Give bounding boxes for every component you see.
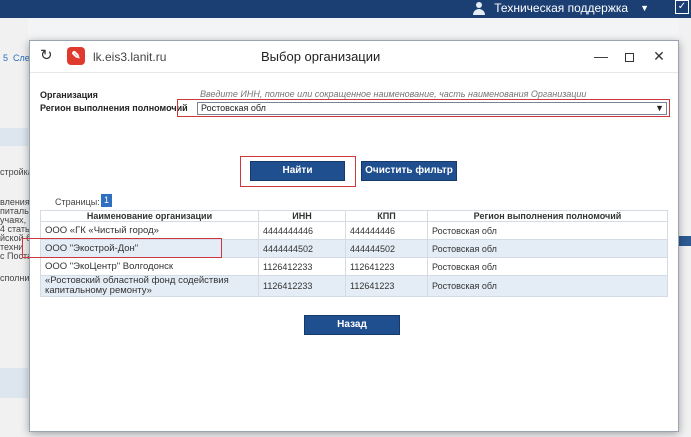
chevron-down-icon: ▼ [655,103,664,113]
background-left-strip: 5 Сле стройкам вления питальна учаях, 4 … [0,18,39,437]
dialog-content: Организация Регион выполнения полномочий… [22,73,678,431]
cell-name: «Ростовский областной фонд содействия ка… [40,275,259,297]
background-stripe [679,236,691,246]
close-icon[interactable]: ✕ [648,46,670,66]
table-row[interactable]: ООО "Экострой-Дон" 4444444502 444444502 … [40,239,668,258]
reload-icon[interactable]: ↻ [40,47,58,65]
back-button[interactable]: Назад [304,315,400,335]
maximize-icon[interactable] [618,46,640,66]
cell-inn: 4444444502 [258,239,346,258]
cell-kpp: 444444502 [345,239,428,258]
column-header-name[interactable]: Наименование организации [40,210,259,222]
org-label: Организация [40,90,98,100]
cell-name: ООО "ЭкоЦентр" Волгодонск [40,257,259,276]
top-bar: Техническая поддержка ▼ ✓ [0,0,691,18]
org-search-input[interactable] [197,88,667,100]
cell-region: Ростовская обл [427,221,668,240]
support-label: Техническая поддержка [494,1,629,15]
cell-region: Ростовская обл [427,239,668,258]
pages-label: Страницы: [55,197,100,207]
organizations-table: Наименование организации ИНН КПП Регион … [40,210,668,297]
region-select-value: Ростовская обл [201,103,266,113]
dialog-url: lk.eis3.lanit.ru [93,50,167,64]
checkbox-icon[interactable]: ✓ [675,0,689,14]
page-link-next[interactable]: Сле [13,54,30,63]
background-right-strip [679,18,691,437]
clear-filter-button[interactable]: Очистить фильтр [361,161,457,181]
background-text: йской б [0,233,32,243]
cell-inn: 1126412233 [258,257,346,276]
select-organization-dialog: ↻ ✎ lk.eis3.lanit.ru Выбор организации —… [22,40,679,432]
cell-kpp: 444444446 [345,221,428,240]
cell-region: Ростовская обл [427,257,668,276]
cell-inn: 1126412233 [258,275,346,297]
minimize-icon[interactable]: — [590,46,612,66]
cell-region: Ростовская обл [427,275,668,297]
page-link-5[interactable]: 5 [3,54,8,63]
page-number-current[interactable]: 1 [101,194,112,207]
background-text: 4 статы [0,224,32,234]
support-person-icon [472,1,486,15]
cell-inn: 4444444446 [258,221,346,240]
region-label: Регион выполнения полномочий [40,103,188,113]
support-menu[interactable]: Техническая поддержка ▼ [472,0,649,16]
chevron-down-icon: ▼ [640,3,649,13]
background-text: с Поста [0,251,33,261]
background-text: техни [0,242,24,252]
region-select[interactable]: Ростовская обл ▼ [197,102,667,115]
table-row[interactable]: ООО «ГК «Чистый город» 4444444446 444444… [40,221,668,240]
column-header-kpp[interactable]: КПП [345,210,428,222]
column-header-inn[interactable]: ИНН [258,210,346,222]
background-panel [0,128,28,146]
background-panel [0,368,28,398]
background-text: учаях, [0,215,27,225]
table-header-row: Наименование организации ИНН КПП Регион … [40,210,668,222]
find-button[interactable]: Найти [250,161,345,181]
dialog-title: Выбор организации [261,49,381,64]
table-row[interactable]: ООО "ЭкоЦентр" Волгодонск 1126412233 112… [40,257,668,276]
cell-name: ООО "Экострой-Дон" [40,239,259,258]
column-header-region[interactable]: Регион выполнения полномочий [427,210,668,222]
cell-kpp: 112641223 [345,257,428,276]
dialog-titlebar: ↻ ✎ lk.eis3.lanit.ru Выбор организации —… [30,41,678,73]
cell-name: ООО «ГК «Чистый город» [40,221,259,240]
background-text: вления [0,197,30,207]
site-favicon-icon: ✎ [67,47,85,65]
cell-kpp: 112641223 [345,275,428,297]
table-row[interactable]: «Ростовский областной фонд содействия ка… [40,275,668,297]
